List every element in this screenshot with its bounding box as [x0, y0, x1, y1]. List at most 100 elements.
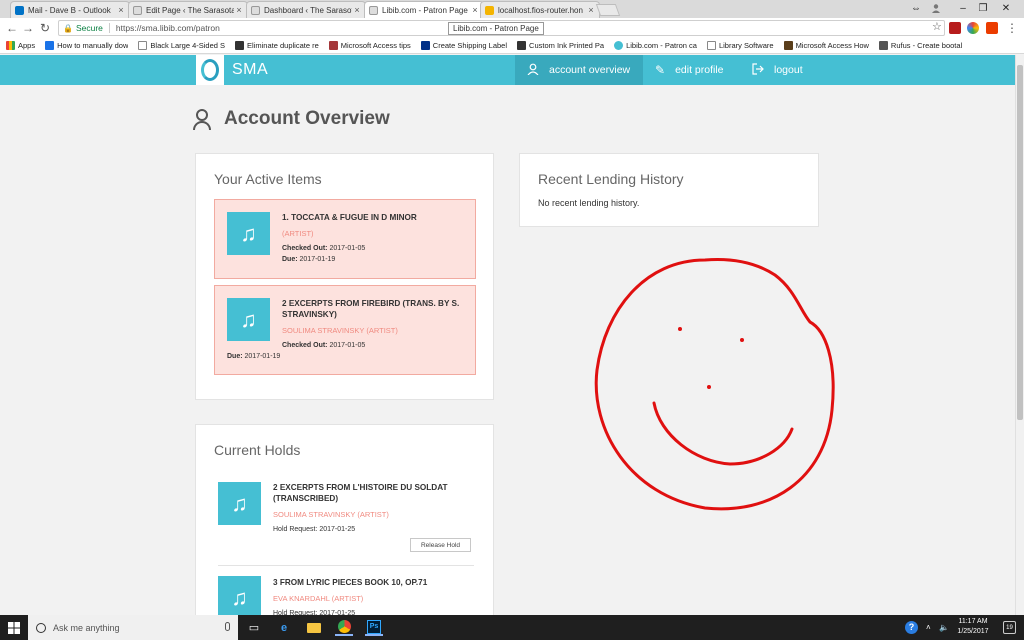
- active-item[interactable]: ♫ 1. Toccata & Fugue in D Minor (Artist)…: [214, 199, 476, 279]
- bookmark-item[interactable]: How to manually dow: [45, 41, 128, 50]
- apps-grid-icon: [6, 41, 15, 50]
- windows-icon: [45, 41, 55, 50]
- hold-title[interactable]: 3 From Lyric Pieces Book 10, Op.71: [273, 578, 473, 589]
- brand-name: SMA: [232, 61, 269, 78]
- pencil-icon: ✎: [655, 63, 666, 77]
- browser-tab-strip: Mail - Dave B - Outlook × Edit Page ‹ Th…: [0, 0, 1024, 18]
- page-title: Account Overview: [192, 108, 390, 130]
- browser-tab[interactable]: Mail - Dave B - Outlook ×: [10, 1, 130, 18]
- account-user-icon: [192, 108, 212, 130]
- site-header: SMA account overview ✎ edit profile logo…: [0, 55, 1015, 85]
- bookmarks-bar: Apps How to manually dow Black Large 4-S…: [0, 38, 1024, 54]
- hold-artist: Eva Knardahl (Artist): [273, 594, 364, 603]
- bookmark-apps[interactable]: Apps: [6, 41, 35, 50]
- hold-title[interactable]: 2 Excerpts from L'Histoire du Soldat (Tr…: [273, 483, 473, 504]
- item-title[interactable]: 1. Toccata & Fugue in D Minor: [282, 213, 467, 224]
- bookmark-item[interactable]: Custom Ink Printed Pa: [517, 41, 604, 50]
- site-logo[interactable]: [196, 55, 224, 85]
- item-checked-out: Checked Out: 2017-01-05: [282, 342, 366, 349]
- restore-icon[interactable]: ❐: [972, 0, 994, 16]
- item-artist: Soulima Stravinsky (Artist): [282, 326, 398, 335]
- forward-icon[interactable]: →: [20, 20, 36, 36]
- bookmark-item[interactable]: Eliminate duplicate re: [235, 41, 319, 50]
- photoshop-icon[interactable]: Ps: [365, 619, 383, 636]
- lending-history-empty: No recent lending history.: [538, 198, 640, 208]
- back-icon[interactable]: ←: [4, 20, 20, 36]
- current-holds-card: Current Holds ♫ 2 Excerpts from L'Histoi…: [195, 424, 494, 624]
- tab-tooltip: Libib.com - Patron Page: [448, 22, 544, 35]
- item-title[interactable]: 2 Excerpts from Firebird (Trans. by S. S…: [282, 299, 467, 320]
- resize-icon[interactable]: ⇔: [905, 0, 927, 16]
- page-scrollbar[interactable]: [1015, 55, 1024, 615]
- outlook-icon: [15, 5, 24, 15]
- nav-edit-profile[interactable]: ✎ edit profile: [643, 55, 739, 85]
- nav-account-overview[interactable]: account overview: [515, 55, 643, 85]
- lending-history-heading: Recent Lending History: [538, 171, 684, 187]
- browser-tab-active[interactable]: Libib.com - Patron Page ×: [364, 1, 484, 18]
- music-note-icon: ♫: [227, 298, 270, 341]
- bookmark-star-icon[interactable]: ☆: [932, 20, 942, 33]
- help-icon[interactable]: ?: [905, 615, 918, 640]
- close-icon[interactable]: ×: [352, 5, 362, 15]
- active-item[interactable]: ♫ 2 Excerpts from Firebird (Trans. by S.…: [214, 285, 476, 375]
- pdf-extension-icon[interactable]: [949, 22, 961, 34]
- color-extension-icon[interactable]: [967, 22, 979, 34]
- bookmark-item[interactable]: Create Shipping Label: [420, 41, 507, 50]
- file-explorer-icon[interactable]: [305, 619, 323, 636]
- reload-icon[interactable]: ↻: [37, 20, 53, 36]
- chrome-icon[interactable]: [335, 619, 353, 636]
- usb-icon: [878, 41, 888, 50]
- tray-expand-icon[interactable]: ˄: [926, 615, 931, 640]
- start-button[interactable]: [0, 615, 28, 640]
- page-icon: [369, 5, 378, 15]
- active-items-card: Your Active Items ♫ 1. Toccata & Fugue i…: [195, 153, 494, 400]
- close-icon[interactable]: ×: [470, 5, 480, 15]
- bookmark-item[interactable]: Library Software: [706, 41, 774, 50]
- close-icon[interactable]: ×: [116, 5, 126, 15]
- windows-taskbar: Ask me anything ▭ e Ps ? ˄ 🔈 11:17 AM 1/…: [0, 615, 1024, 640]
- release-hold-button[interactable]: Release Hold: [410, 538, 471, 552]
- bookmark-item[interactable]: Libib.com - Patron ca: [614, 41, 697, 50]
- new-tab-button[interactable]: [595, 4, 621, 16]
- browser-tab[interactable]: Dashboard ‹ The Sarasot ×: [246, 1, 366, 18]
- profile-icon[interactable]: [925, 0, 947, 16]
- bookmark-item[interactable]: Black Large 4-Sided S: [138, 41, 225, 50]
- close-icon[interactable]: ×: [234, 5, 244, 15]
- ink-icon: [517, 41, 527, 50]
- lending-history-card: Recent Lending History No recent lending…: [519, 153, 819, 227]
- music-note-icon: ♫: [218, 576, 261, 619]
- volume-icon[interactable]: 🔈: [939, 615, 949, 640]
- office-extension-icon[interactable]: [986, 22, 998, 34]
- microphone-icon[interactable]: [225, 622, 230, 631]
- notification-center-icon[interactable]: 19: [1003, 621, 1016, 634]
- page-icon: [251, 5, 260, 15]
- minimize-icon[interactable]: –: [952, 0, 974, 16]
- user-icon: [527, 63, 539, 78]
- bookmark-item[interactable]: Rufus - Create bootal: [878, 41, 962, 50]
- menu-icon[interactable]: ⋮: [1004, 20, 1020, 36]
- current-holds-heading: Current Holds: [214, 442, 301, 458]
- access-icon: [783, 41, 793, 50]
- access-icon: [328, 41, 338, 50]
- bookmark-item[interactable]: Microsoft Access How: [783, 41, 869, 50]
- browser-tab[interactable]: Edit Page ‹ The Sarasota ×: [128, 1, 248, 18]
- screen: Mail - Dave B - Outlook × Edit Page ‹ Th…: [0, 0, 1024, 640]
- page-icon: [133, 5, 142, 15]
- item-due-date: Due: 2017-01-19: [227, 353, 281, 360]
- windows-icon: [8, 621, 20, 634]
- close-icon[interactable]: ×: [586, 5, 596, 15]
- window-close-icon[interactable]: ✕: [995, 0, 1017, 16]
- hold-item[interactable]: ♫ 2 Excerpts from L'Histoire du Soldat (…: [218, 482, 474, 562]
- cortana-search[interactable]: Ask me anything: [28, 615, 238, 640]
- system-clock[interactable]: 11:17 AM 1/25/2017: [950, 617, 996, 637]
- nav-logout[interactable]: logout: [740, 55, 820, 85]
- tool-icon: [235, 41, 245, 50]
- libib-icon: [614, 41, 624, 50]
- warning-icon: [485, 5, 494, 15]
- edge-icon[interactable]: e: [275, 619, 293, 636]
- bookmark-item[interactable]: Microsoft Access tips: [328, 41, 411, 50]
- browser-tab[interactable]: localhost.fios-router.hon ×: [480, 1, 600, 18]
- paypal-icon: [420, 41, 430, 50]
- task-view-icon[interactable]: ▭: [245, 619, 263, 636]
- scrollbar-thumb[interactable]: [1017, 65, 1023, 420]
